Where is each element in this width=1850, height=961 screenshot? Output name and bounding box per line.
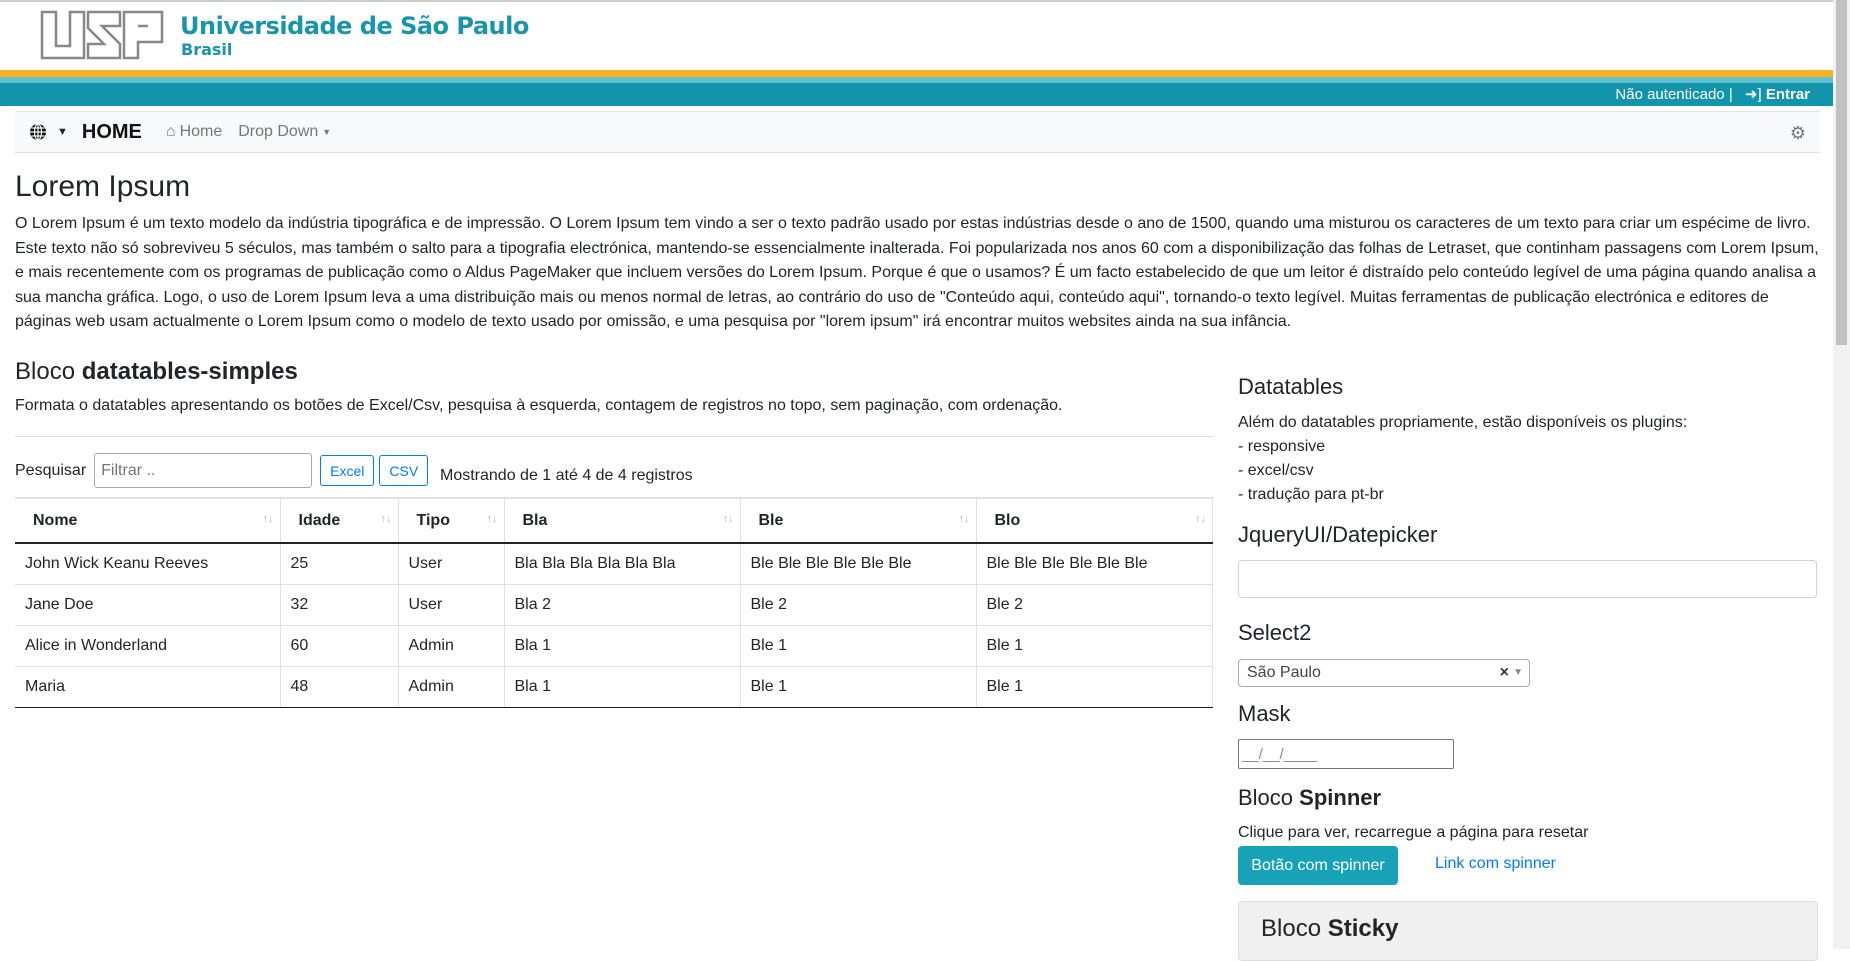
caret-down-icon: ▼	[322, 127, 332, 137]
table-cell: Ble 1	[739, 624, 977, 667]
nav-home[interactable]: ⌂ Home	[166, 123, 222, 141]
column-header-tipo[interactable]: Tipo ↑↓	[397, 497, 505, 544]
scrollbar-thumb[interactable]	[1836, 0, 1847, 345]
spinner-link[interactable]: Link com spinner	[1435, 855, 1556, 873]
sort-icon: ↑↓	[262, 513, 274, 525]
column-header-nome[interactable]: Nome ↑↓	[15, 497, 281, 544]
datatable-description: Formata o datatables apresentando os bot…	[15, 397, 1063, 414]
university-name: Universidade de São Paulo	[180, 12, 529, 40]
auth-bar: Não autenticado | ➜] Entrar	[0, 83, 1833, 106]
plugin-text: - excel/csv	[1238, 462, 1314, 479]
sort-icon: ↑↓	[380, 513, 392, 525]
usp-logo[interactable]	[40, 10, 165, 67]
sort-icon: ↑↓	[486, 513, 498, 525]
table-cell: User	[397, 583, 505, 626]
table-cell: Admin	[397, 624, 505, 667]
table-cell: Ble 1	[975, 665, 1213, 708]
navbar-brand[interactable]: HOME	[82, 121, 142, 144]
table-cell: Ble Ble Ble Ble Ble Ble	[739, 542, 977, 585]
csv-button[interactable]: CSV	[379, 455, 429, 486]
table-cell: Alice in Wonderland	[15, 624, 281, 667]
mask-title: Mask	[1238, 701, 1291, 726]
excel-button[interactable]: Excel	[320, 455, 375, 486]
nav-dropdown[interactable]: Drop Down ▼	[238, 123, 331, 141]
page-title: Lorem Ipsum	[15, 170, 191, 203]
gear-icon[interactable]: ⚙	[1790, 123, 1806, 144]
search-row: Pesquisar Excel CSV	[15, 453, 429, 488]
datepicker-title: JqueryUI/Datepicker	[1238, 522, 1438, 547]
datatables-plugins: Além do datatables propriamente, estão d…	[1238, 411, 1687, 507]
table-row: Alice in Wonderland 60 Admin Bla 1 Ble 1 Ble …	[15, 624, 1213, 667]
sticky-block: Bloco Sticky	[1238, 901, 1818, 961]
table-cell: User	[397, 542, 505, 585]
plugin-text: - tradução para pt-br	[1238, 486, 1384, 503]
data-table: Nome ↑↓ Idade ↑↓ Tipo ↑↓ Bla ↑↓ Ble ↑↓ Blo ↑↓ …	[15, 497, 1213, 708]
caret-down-icon: ▼	[1513, 667, 1523, 678]
table-cell: Bla 1	[503, 665, 741, 708]
select2-dropdown[interactable]: São Paulo × ▼	[1238, 659, 1530, 687]
select2-title: Select2	[1238, 620, 1312, 645]
divider	[15, 436, 1213, 437]
mask-input[interactable]: __/__/____	[1238, 739, 1454, 769]
table-cell: John Wick Keanu Reeves	[15, 542, 281, 585]
table-cell: Ble 1	[739, 665, 977, 708]
orange-stripe	[0, 70, 1833, 77]
clear-icon[interactable]: ×	[1500, 660, 1509, 686]
column-header-ble[interactable]: Ble ↑↓	[739, 497, 977, 544]
table-cell: Admin	[397, 665, 505, 708]
table-cell: 60	[279, 624, 399, 667]
table-row: Jane Doe 32 User Bla 2 Ble 2 Ble 2	[15, 583, 1213, 626]
sort-icon: ↑↓	[958, 513, 970, 525]
sort-icon: ↑↓	[1195, 513, 1206, 525]
language-dropdown[interactable]: ▼	[29, 123, 68, 141]
column-header-blo[interactable]: Blo ↑↓	[975, 497, 1213, 544]
select2-value: São Paulo	[1247, 664, 1321, 681]
top-border	[0, 0, 1833, 2]
datatables-title: Datatables	[1238, 374, 1344, 399]
spinner-text: Clique para ver, recarregue a página par…	[1238, 824, 1589, 841]
country-name: Brasil	[181, 40, 233, 59]
navbar: ▼ HOME ⌂ Home Drop Down ▼ ⚙	[15, 111, 1820, 153]
table-cell: 25	[279, 542, 399, 585]
table-cell: Bla 1	[503, 624, 741, 667]
column-header-idade[interactable]: Idade ↑↓	[279, 497, 399, 544]
sign-in-icon: ➜]	[1744, 86, 1762, 103]
table-cell: Jane Doe	[15, 583, 281, 626]
table-cell: Bla 2	[503, 583, 741, 626]
table-row: John Wick Keanu Reeves 25 User Bla Bla Bla …	[15, 542, 1213, 585]
table-cell: Ble Ble Ble Ble Ble Ble	[975, 542, 1213, 585]
login-link[interactable]: ➜] Entrar	[1745, 86, 1810, 103]
caret-down-icon: ▼	[57, 126, 68, 138]
plugin-text: - responsive	[1238, 438, 1326, 455]
plugin-text: Além do datatables propriamente, estão d…	[1238, 414, 1688, 431]
table-row: Maria 48 Admin Bla 1 Ble 1 Ble 1	[15, 665, 1213, 708]
intro-paragraph: O Lorem Ipsum é um texto modelo da indús…	[15, 215, 1819, 330]
table-cell: Ble 1	[975, 624, 1213, 667]
spinner-button[interactable]: Botão com spinner	[1238, 846, 1398, 885]
datepicker-input[interactable]	[1238, 560, 1817, 598]
sort-icon: ↑↓	[722, 513, 734, 525]
column-header-bla[interactable]: Bla ↑↓	[503, 497, 741, 544]
table-cell: 32	[279, 583, 399, 626]
search-input[interactable]	[94, 453, 313, 488]
home-icon: ⌂	[165, 123, 176, 140]
spinner-title: Bloco Spinner	[1238, 785, 1382, 810]
table-cell: Bla Bla Bla Bla Bla Bla	[503, 542, 741, 585]
table-cell: Maria	[15, 665, 281, 708]
table-cell: Ble 2	[975, 583, 1213, 626]
datatable-title: Bloco datatables-simples	[15, 358, 298, 385]
table-cell: 48	[279, 665, 399, 708]
globe-icon	[30, 123, 46, 141]
auth-status: Não autenticado |	[1615, 86, 1733, 103]
search-label: Pesquisar	[15, 461, 87, 479]
records-info: Mostrando de 1 até 4 de 4 registros	[440, 467, 693, 484]
table-cell: Ble 2	[739, 583, 977, 626]
